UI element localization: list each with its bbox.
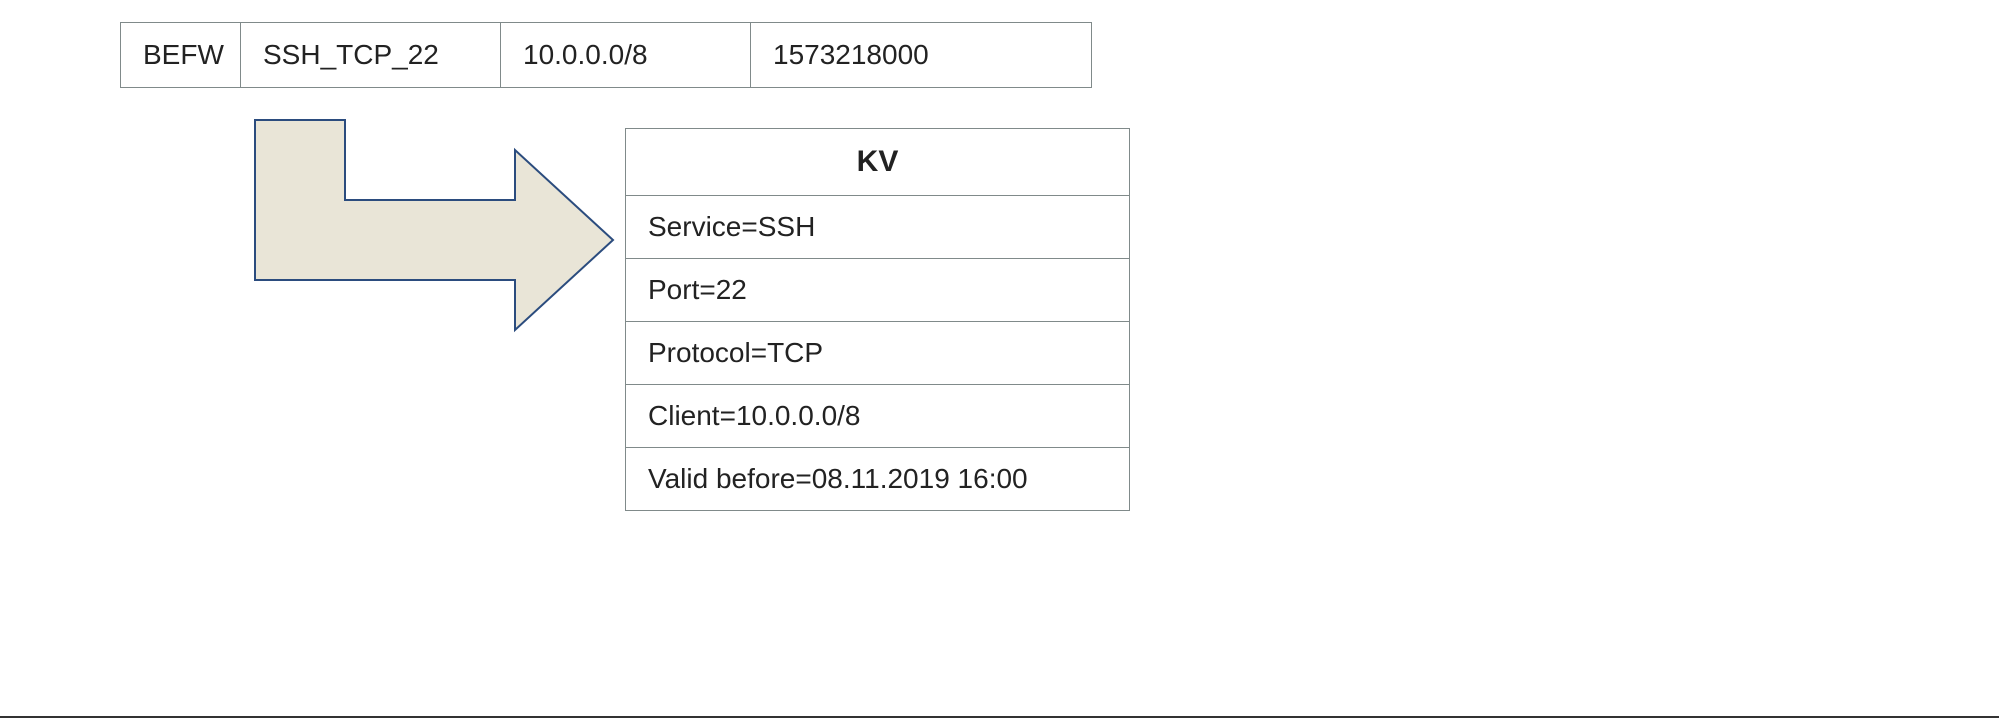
kv-table: KV Service=SSH Port=22 Protocol=TCP Clie… [625,128,1130,511]
source-cell-prefix: BEFW [121,23,241,87]
source-row: BEFW SSH_TCP_22 10.0.0.0/8 1573218000 [120,22,1092,88]
diagram-container: BEFW SSH_TCP_22 10.0.0.0/8 1573218000 KV… [0,0,1999,718]
kv-row-service: Service=SSH [626,196,1129,259]
source-cell-service: SSH_TCP_22 [241,23,501,87]
kv-row-protocol: Protocol=TCP [626,322,1129,385]
arrow-path [255,120,613,330]
kv-row-valid-before: Valid before=08.11.2019 16:00 [626,448,1129,510]
kv-row-port: Port=22 [626,259,1129,322]
source-cell-client: 10.0.0.0/8 [501,23,751,87]
kv-title: KV [626,129,1129,196]
kv-row-client: Client=10.0.0.0/8 [626,385,1129,448]
source-cell-timestamp: 1573218000 [751,23,1091,87]
arrow-icon [225,110,615,370]
